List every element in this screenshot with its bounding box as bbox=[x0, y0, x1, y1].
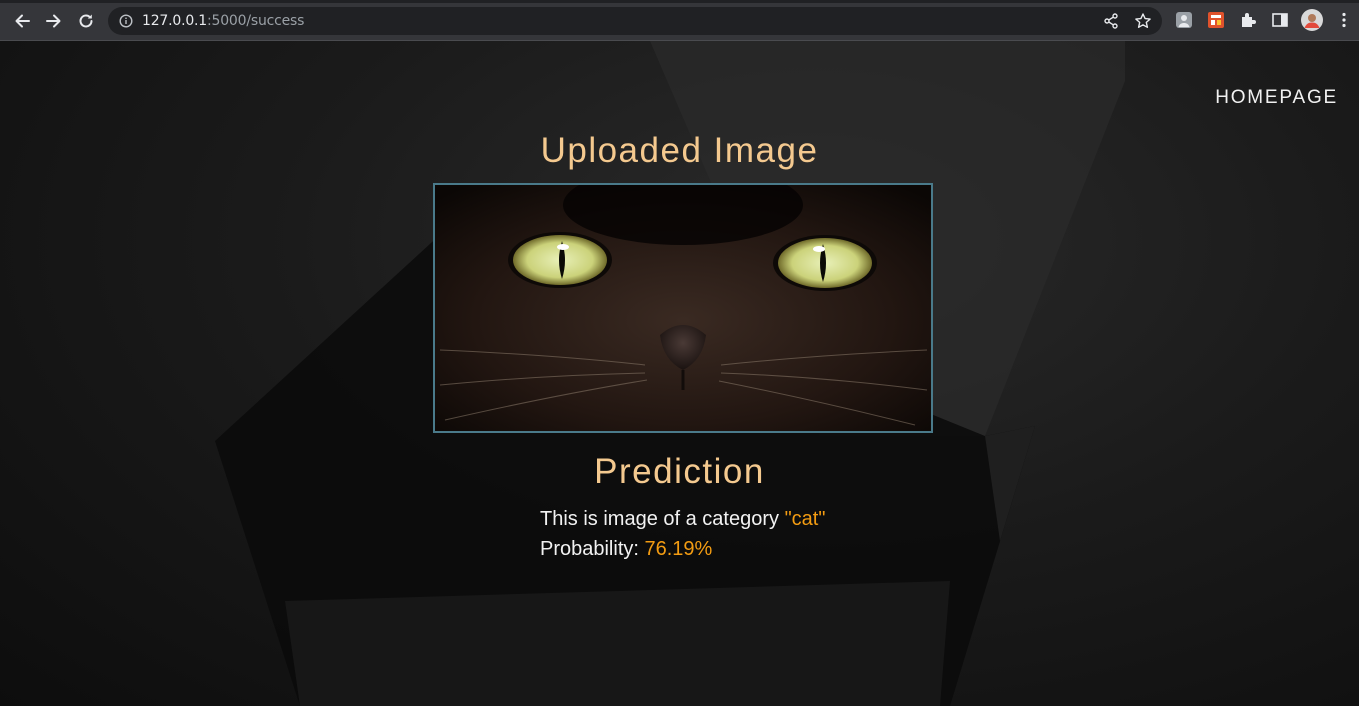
info-icon[interactable] bbox=[119, 14, 133, 28]
probability-result: Probability: 76.19% bbox=[540, 538, 712, 561]
side-panel-button[interactable] bbox=[1270, 10, 1290, 30]
extensions-menu-button[interactable] bbox=[1238, 10, 1258, 30]
tab-strip bbox=[0, 0, 1359, 3]
address-bar[interactable]: 127.0.0.1:5000/success bbox=[108, 7, 1162, 35]
category-label: This is image of a category bbox=[540, 508, 785, 530]
browser-toolbar: 127.0.0.1:5000/success bbox=[0, 0, 1359, 41]
extension-1-button[interactable] bbox=[1174, 10, 1194, 30]
reload-icon bbox=[79, 14, 93, 28]
extension-2-button[interactable] bbox=[1206, 10, 1226, 30]
back-button[interactable] bbox=[9, 8, 35, 34]
profile-button[interactable] bbox=[1301, 9, 1323, 31]
url-host: 127.0.0.1 bbox=[142, 13, 207, 29]
star-icon[interactable] bbox=[1134, 12, 1152, 30]
puzzle-icon bbox=[1242, 13, 1256, 27]
arrow-left-icon bbox=[15, 14, 30, 28]
browser-menu-button[interactable] bbox=[1334, 10, 1354, 30]
probability-value: 76.19% bbox=[644, 538, 713, 560]
extension-grid-icon bbox=[1208, 12, 1224, 28]
uploaded-image bbox=[433, 183, 933, 433]
homepage-link[interactable]: HOMEPAGE bbox=[1215, 87, 1338, 109]
probability-label: Probability: bbox=[540, 538, 645, 560]
extension-avatar-icon bbox=[1176, 12, 1192, 28]
arrow-right-icon bbox=[46, 14, 61, 28]
prediction-heading: Prediction bbox=[594, 452, 765, 491]
side-panel-icon bbox=[1272, 13, 1288, 27]
reload-button[interactable] bbox=[73, 8, 99, 34]
category-value: "cat" bbox=[784, 508, 826, 530]
share-icon[interactable] bbox=[1102, 12, 1120, 30]
avatar-icon bbox=[1301, 9, 1323, 31]
cat-eyes-image bbox=[435, 185, 931, 431]
kebab-menu-icon bbox=[1342, 12, 1346, 28]
forward-button[interactable] bbox=[41, 8, 67, 34]
uploaded-image-heading: Uploaded Image bbox=[540, 131, 819, 170]
url-text[interactable]: 127.0.0.1:5000/success bbox=[142, 13, 304, 29]
page-content: HOMEPAGE Uploaded Image Prediction This … bbox=[0, 41, 1359, 706]
url-path: :5000/success bbox=[207, 13, 305, 29]
category-result: This is image of a category "cat" bbox=[540, 508, 825, 531]
